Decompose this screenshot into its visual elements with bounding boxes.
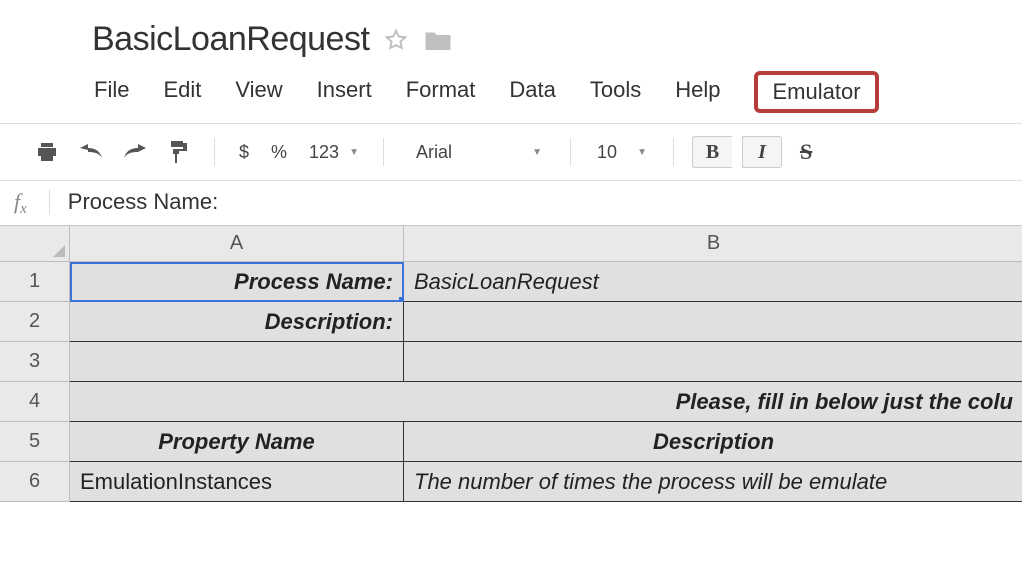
cell-a2[interactable]: Description: [70,302,404,342]
chevron-down-icon: ▼ [532,147,542,158]
menu-emulator[interactable]: Emulator [772,79,860,104]
menu-bar: File Edit View Insert Format Data Tools … [0,65,1022,123]
cell-b3[interactable] [404,342,1022,382]
menu-tools[interactable]: Tools [590,77,641,107]
cell-row4-merged[interactable]: Please, fill in below just the colu [70,382,1022,422]
formula-separator [49,189,50,215]
row-header-2[interactable]: 2 [0,302,70,342]
number-format-dropdown[interactable]: 123▼ [303,138,365,167]
fx-icon: fx [14,189,27,215]
redo-icon[interactable] [118,137,152,167]
spreadsheet-grid: A B 1 Process Name: BasicLoanRequest 2 D… [0,226,1022,502]
menu-edit[interactable]: Edit [163,77,201,107]
paint-format-icon[interactable] [162,137,196,167]
toolbar-separator [673,138,674,166]
bold-button[interactable]: B [692,136,732,168]
menu-view[interactable]: View [235,77,282,107]
currency-button[interactable]: $ [233,138,255,167]
chevron-down-icon: ▼ [349,147,359,158]
cell-a3[interactable] [70,342,404,382]
select-all-corner[interactable] [0,226,70,262]
menu-file[interactable]: File [94,77,129,107]
percent-button[interactable]: % [265,138,293,167]
column-header-a[interactable]: A [70,226,404,262]
menu-insert[interactable]: Insert [317,77,372,107]
cell-a6[interactable]: EmulationInstances [70,462,404,502]
toolbar-separator [383,138,384,166]
cell-a5[interactable]: Property Name [70,422,404,462]
menu-emulator-highlight: Emulator [754,71,878,113]
toolbar-separator [570,138,571,166]
font-size-dropdown[interactable]: 10▼ [589,138,655,167]
cell-b2[interactable] [404,302,1022,342]
cell-a1[interactable]: Process Name: [70,262,404,302]
document-title[interactable]: BasicLoanRequest [92,20,369,59]
row-header-6[interactable]: 6 [0,462,70,502]
row-header-1[interactable]: 1 [0,262,70,302]
cell-b1[interactable]: BasicLoanRequest [404,262,1022,302]
cell-b5[interactable]: Description [404,422,1022,462]
print-icon[interactable] [30,137,64,167]
italic-button[interactable]: I [742,136,782,168]
toolbar-separator [214,138,215,166]
menu-data[interactable]: Data [509,77,555,107]
column-header-b[interactable]: B [404,226,1022,262]
formula-bar: fx Process Name: [0,181,1022,226]
row-header-5[interactable]: 5 [0,422,70,462]
formula-content[interactable]: Process Name: [68,189,218,215]
row-header-4[interactable]: 4 [0,382,70,422]
menu-help[interactable]: Help [675,77,720,107]
toolbar: $ % 123▼ Arial▼ 10▼ B I S [0,124,1022,181]
cell-b6[interactable]: The number of times the process will be … [404,462,1022,502]
row-header-3[interactable]: 3 [0,342,70,382]
star-icon[interactable] [383,27,409,53]
folder-icon[interactable] [423,27,453,53]
strikethrough-button[interactable]: S [792,139,820,165]
chevron-down-icon: ▼ [637,147,647,158]
menu-format[interactable]: Format [406,77,476,107]
undo-icon[interactable] [74,137,108,167]
font-family-dropdown[interactable]: Arial▼ [402,138,552,167]
